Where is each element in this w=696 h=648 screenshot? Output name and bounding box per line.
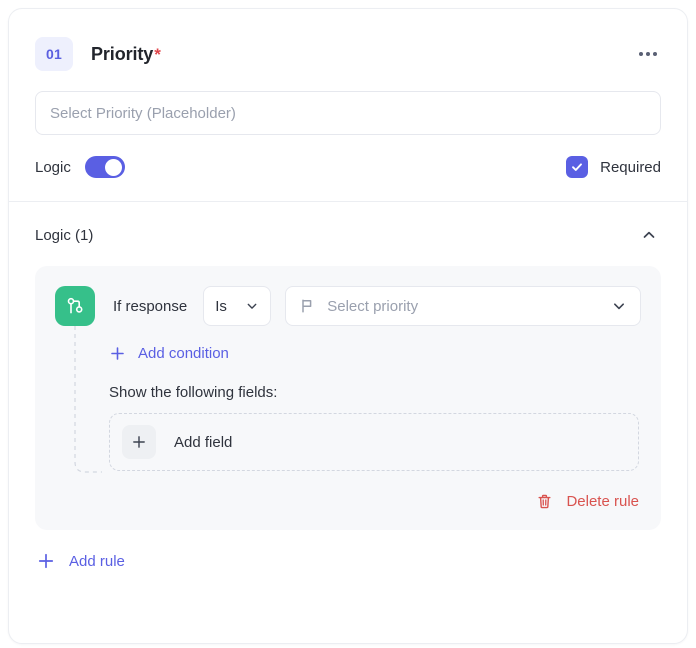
condition-operator-select[interactable]: Is (203, 286, 272, 326)
field-index-badge: 01 (35, 37, 73, 71)
plus-icon (37, 552, 55, 570)
field-settings-card: 01 Priority* Select Priority (Placeholde… (8, 8, 688, 644)
trash-icon (536, 493, 553, 510)
rule-connector-line (74, 326, 102, 473)
logic-section: Logic (1) If response Is Select priority… (9, 202, 687, 575)
delete-rule-button[interactable]: Delete rule (534, 489, 641, 514)
ellipsis-icon (653, 52, 657, 56)
chevron-down-icon (247, 303, 257, 309)
condition-value-placeholder: Select priority (327, 297, 419, 315)
add-field-label: Add field (174, 433, 233, 451)
logic-section-header: Logic (1) (35, 222, 661, 248)
field-options-menu-button[interactable] (635, 44, 661, 64)
plus-icon (133, 436, 145, 448)
delete-rule-label: Delete rule (566, 493, 639, 510)
logic-toggle-label: Logic (35, 158, 71, 176)
if-response-label: If response (113, 297, 188, 315)
ellipsis-icon (639, 52, 643, 56)
delete-rule-row: Delete rule (55, 489, 641, 514)
field-title-text: Priority (91, 43, 154, 64)
page-title: Priority* (91, 44, 161, 65)
add-condition-button[interactable]: Add condition (109, 336, 229, 370)
git-branch-icon (55, 286, 95, 326)
flag-icon (302, 299, 312, 313)
logic-collapse-button[interactable] (637, 223, 661, 247)
condition-operator-value: Is (215, 297, 227, 315)
required-asterisk: * (154, 44, 161, 64)
condition-row: If response Is Select priority (55, 284, 641, 328)
add-field-button[interactable] (122, 425, 156, 459)
add-field-dropzone[interactable]: Add field (109, 413, 639, 471)
chevron-down-icon (614, 303, 624, 310)
logic-toggle-knob (104, 158, 122, 176)
add-condition-label: Add condition (138, 344, 229, 362)
priority-select-input[interactable]: Select Priority (Placeholder) (35, 91, 661, 135)
add-rule-label: Add rule (69, 552, 125, 570)
required-checkbox[interactable] (566, 156, 589, 178)
show-fields-label: Show the following fields: (109, 384, 278, 401)
plus-icon (109, 345, 126, 362)
required-label: Required (600, 158, 661, 176)
add-rule-button[interactable]: Add rule (35, 548, 127, 574)
condition-value-select[interactable]: Select priority (285, 286, 641, 326)
logic-section-title: Logic (1) (35, 226, 94, 244)
check-icon (572, 163, 583, 171)
logic-rule-card: If response Is Select priority Add condi… (35, 266, 661, 530)
field-header: 01 Priority* (9, 9, 687, 77)
logic-toggle[interactable] (84, 156, 125, 178)
ellipsis-icon (646, 52, 650, 56)
required-checkbox-group[interactable]: Required (566, 156, 661, 178)
field-toggle-row: Logic Required (9, 135, 687, 185)
priority-select-placeholder: Select Priority (Placeholder) (50, 104, 236, 122)
chevron-up-icon (643, 231, 655, 238)
